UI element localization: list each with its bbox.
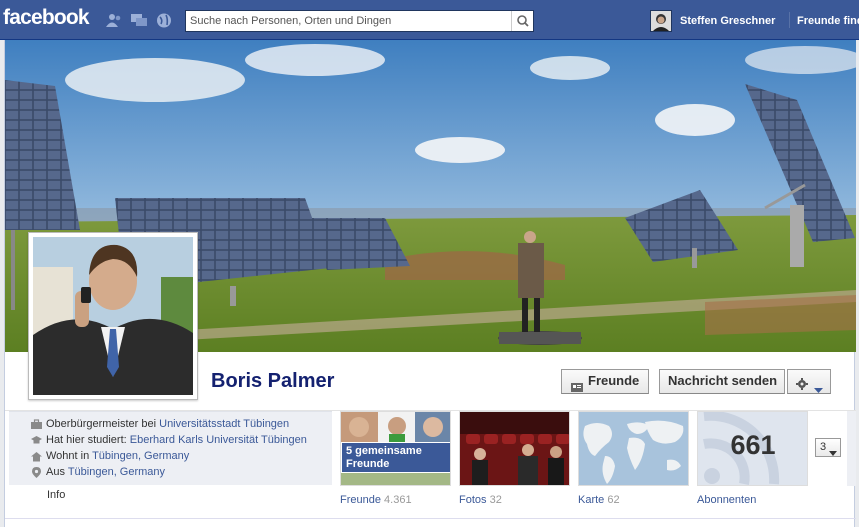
about-summary: Oberbürgermeister bei Universitätsstadt … [9, 411, 332, 485]
info-link[interactable]: Info [47, 489, 65, 501]
subscribers-tile[interactable]: 661 [697, 411, 808, 486]
photos-label[interactable]: Fotos [459, 494, 487, 506]
send-message-label: Nachricht senden [668, 373, 778, 388]
avatar[interactable] [650, 10, 672, 32]
location-pin-icon [31, 467, 42, 478]
friend-card-icon [571, 377, 583, 392]
notifications-globe-icon[interactable] [156, 13, 172, 28]
divider [789, 12, 790, 28]
friends-button-label: Freunde [588, 373, 640, 388]
messages-icon[interactable] [131, 13, 147, 28]
user-name[interactable]: Steffen Greschner [680, 15, 775, 27]
profile-name[interactable]: Boris Palmer [211, 370, 334, 393]
education-prefix: Hat hier studiert: [46, 434, 127, 446]
home-icon [31, 451, 42, 462]
chevron-down-icon [829, 445, 837, 462]
map-count: 62 [607, 494, 620, 506]
gear-icon [796, 375, 808, 397]
photos-count: 32 [489, 494, 502, 506]
search-button[interactable] [511, 11, 533, 31]
find-friends-link[interactable]: Freunde finden [797, 15, 859, 27]
lives-link[interactable]: Tübingen, Germany [92, 450, 189, 462]
graduation-cap-icon [31, 435, 42, 446]
search-box [185, 10, 534, 32]
lives-prefix: Wohnt in [46, 450, 90, 462]
friend-requests-icon[interactable] [106, 13, 122, 28]
tiles-scroll-strip [847, 411, 856, 486]
mutual-friends-badge[interactable]: 5 gemeinsame Freunde [341, 442, 450, 473]
more-sections-dropdown[interactable]: 3 [815, 438, 841, 457]
map-tab-label[interactable]: Karte 62 [578, 494, 620, 506]
from-link[interactable]: Tübingen, Germany [68, 466, 165, 478]
search-icon [517, 15, 529, 27]
briefcase-icon [31, 419, 42, 430]
from-prefix: Aus [46, 466, 65, 478]
subscribers-number: 661 [730, 430, 776, 460]
chevron-down-icon [814, 379, 823, 401]
timeline-page: Boris Palmer Freunde Nachricht senden Ob… [4, 40, 856, 527]
profile-picture[interactable] [28, 232, 198, 400]
education-link[interactable]: Eberhard Karls Universität Tübingen [130, 434, 307, 446]
facebook-logo[interactable]: facebook [3, 6, 90, 30]
divider [5, 518, 856, 519]
search-input[interactable] [186, 11, 511, 31]
top-bar: facebook Steffen Greschner Freunde finde… [0, 0, 859, 40]
more-count: 3 [820, 441, 827, 453]
friends-tab-label[interactable]: Freunde 4.361 [340, 494, 412, 506]
map-label[interactable]: Karte [578, 494, 604, 506]
subscribers-label[interactable]: Abonnenten [697, 494, 756, 506]
friends-count: 4.361 [384, 494, 412, 506]
friends-label[interactable]: Freunde [340, 494, 381, 506]
map-tile[interactable] [578, 411, 689, 486]
friends-tile[interactable]: 5 gemeinsame Freunde [340, 411, 451, 486]
friends-button[interactable]: Freunde [561, 369, 649, 394]
work-link[interactable]: Universitätsstadt Tübingen [159, 418, 289, 430]
work-prefix: Oberbürgermeister bei [46, 418, 157, 430]
settings-dropdown-button[interactable] [787, 369, 831, 394]
photos-tab-label[interactable]: Fotos 32 [459, 494, 502, 506]
photos-tile[interactable] [459, 411, 570, 486]
send-message-button[interactable]: Nachricht senden [659, 369, 785, 394]
subscribers-tab-label[interactable]: Abonnenten [697, 494, 756, 506]
